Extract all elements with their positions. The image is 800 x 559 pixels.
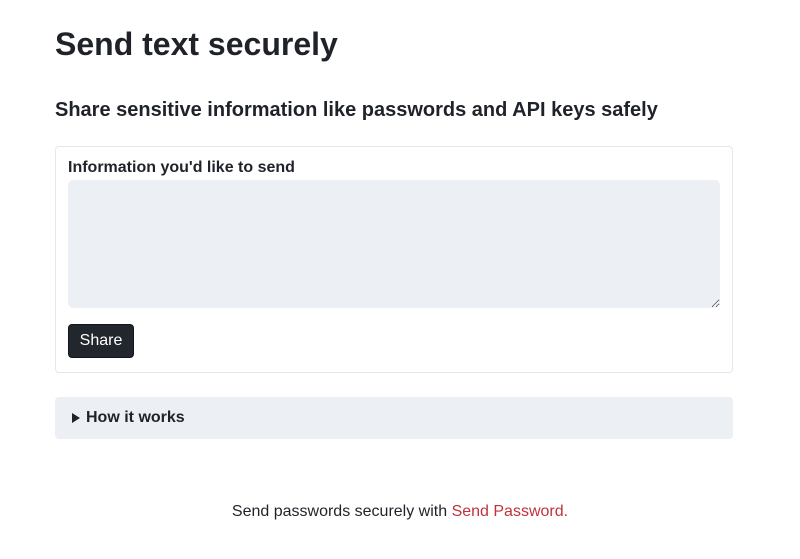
page-subtitle: Share sensitive information like passwor… [55, 99, 658, 121]
how-it-works-label: How it works [86, 409, 185, 426]
triangle-right-icon [72, 413, 80, 423]
information-field-label: Information you'd like to send [68, 159, 295, 176]
share-button[interactable]: Share [68, 324, 134, 358]
send-password-link[interactable]: Send Password. [452, 503, 569, 520]
footer: Send passwords securely with Send Passwo… [0, 502, 800, 522]
send-form-card: Information you'd like to send Share [55, 146, 733, 373]
footer-text: Send passwords securely with [231, 503, 452, 520]
information-textarea[interactable] [68, 180, 720, 308]
how-it-works-toggle[interactable]: How it works [55, 397, 733, 439]
page-title: Send text securely [55, 26, 338, 62]
